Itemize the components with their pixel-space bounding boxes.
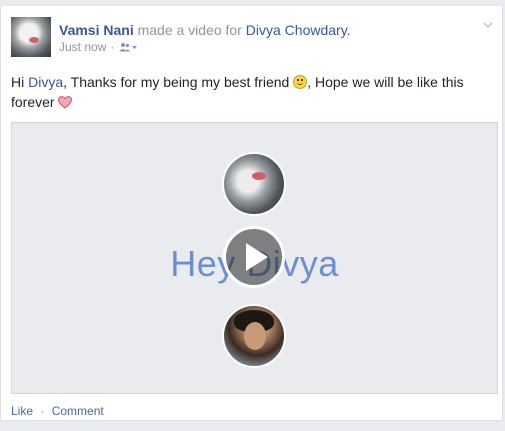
play-button[interactable] [223,226,285,288]
post-actions: Like · Comment [11,404,104,418]
timestamp-link[interactable]: Just now [59,40,106,54]
author-name-link[interactable]: Vamsi Nani [59,22,134,38]
photo-detail-face [244,322,266,350]
author-avatar[interactable] [11,17,51,57]
comment-link[interactable]: Comment [52,404,104,418]
post-message: Hi Divya, Thanks for my being my best fr… [11,72,491,114]
actions-separator: · [40,404,45,418]
message-greeting: Hi [11,74,29,90]
recipient-photo-circle [222,304,286,368]
post-meta: Just now · [59,40,138,54]
photo-detail [252,172,266,180]
recipient-name-link[interactable]: Divya Chowdary. [246,22,351,38]
post-card: Vamsi Nani made a video for Divya Chowda… [0,5,503,421]
avatar-detail [29,37,39,43]
like-link[interactable]: Like [11,404,33,418]
action-text-label: made a video for [137,22,242,38]
author-photo-circle [222,152,286,216]
heart-emoji-icon [58,94,73,114]
meta-separator: · [110,40,115,54]
mention-link[interactable]: Divya [28,74,63,90]
play-icon [246,243,268,271]
message-body: , Thanks for my being my best friend [63,74,294,90]
chevron-down-icon[interactable] [482,18,494,30]
smile-emoji-icon [293,75,308,89]
video-player[interactable]: Hey Divya [11,122,498,394]
post-header: Vamsi Nani made a video for Divya Chowda… [59,22,351,38]
friends-icon[interactable] [118,42,138,52]
